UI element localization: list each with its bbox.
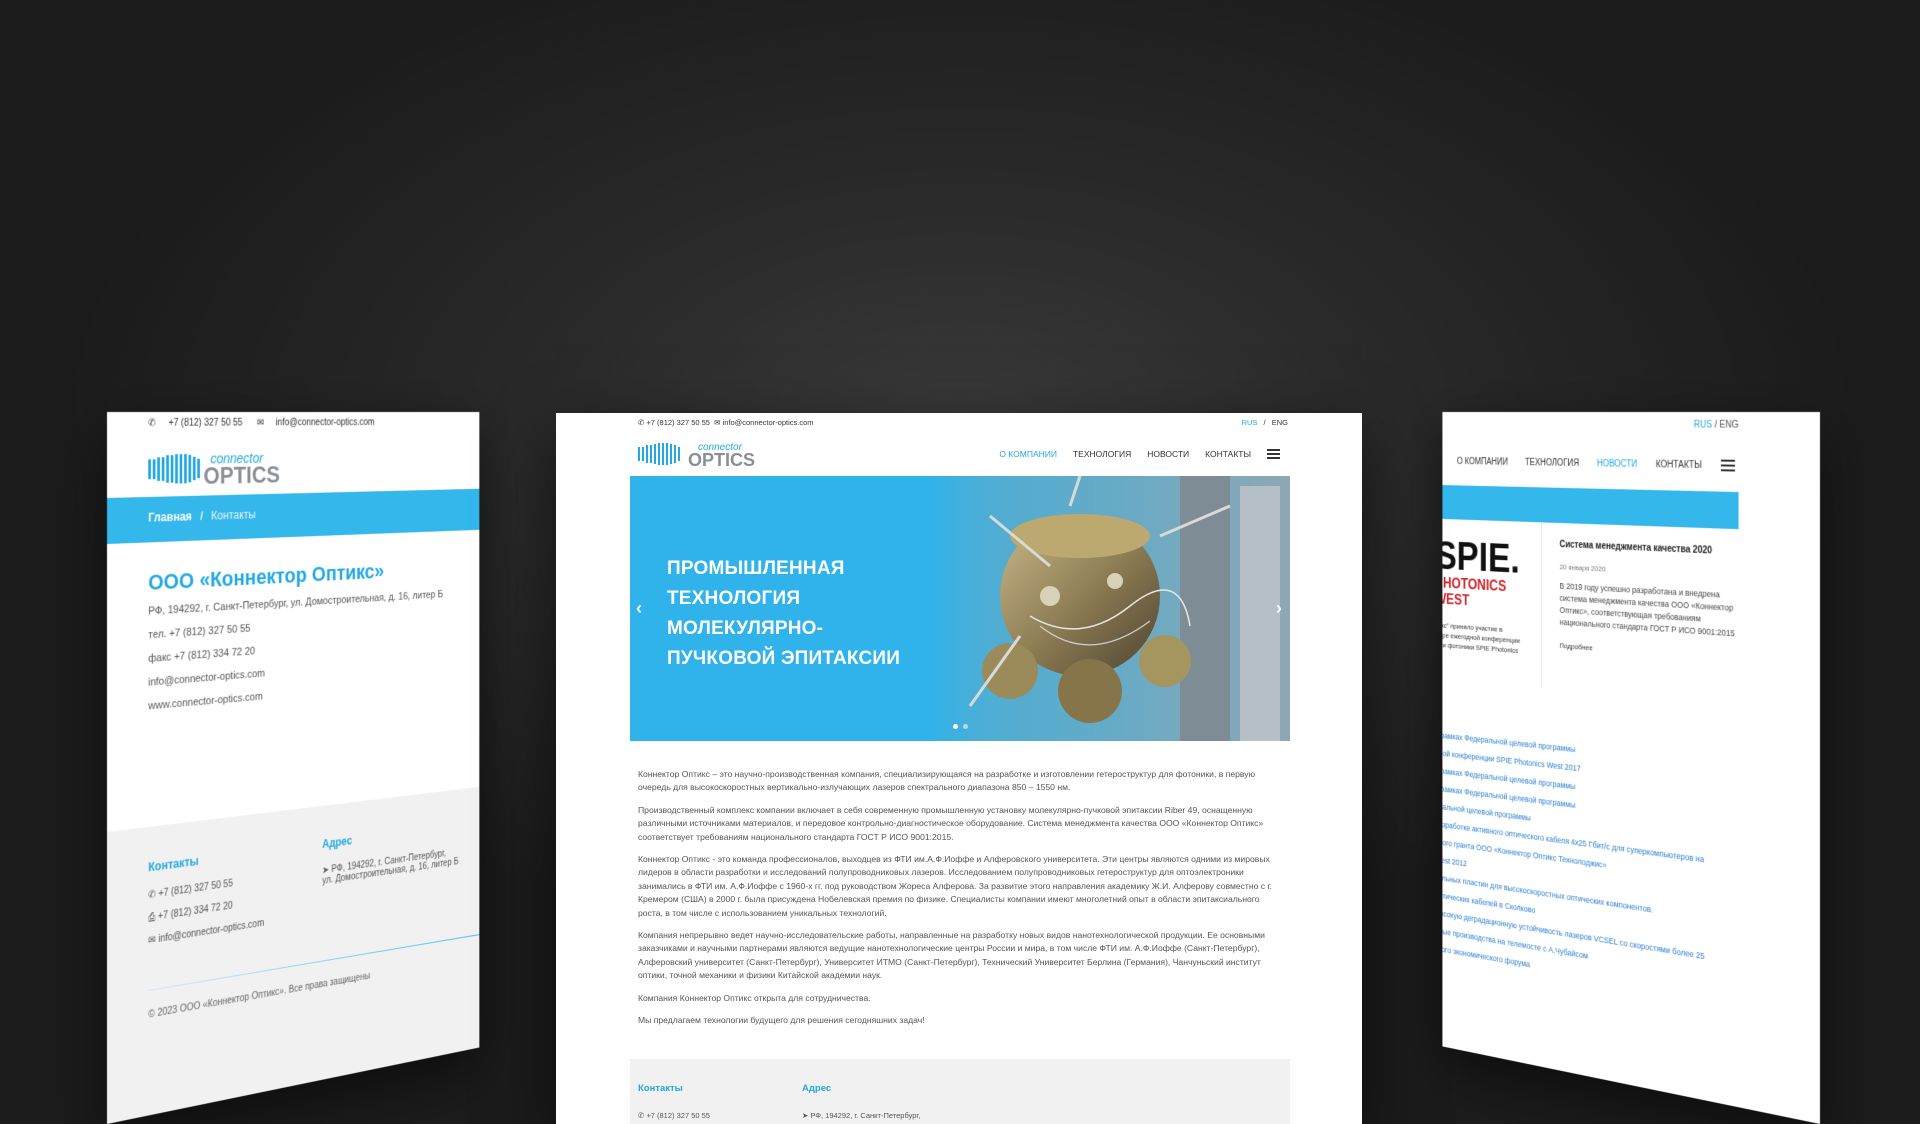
nav-about[interactable]: О КОМПАНИИ	[1457, 456, 1508, 467]
topbar-email[interactable]: info@connector-optics.com	[276, 418, 375, 429]
top-contact-bar: ✆ +7 (812) 327 50 55 ✉ info@connector-op…	[556, 413, 1362, 432]
nav-about[interactable]: О КОМПАНИИ	[999, 449, 1057, 459]
lang-separator: /	[1263, 418, 1266, 427]
slider-prev-arrow-icon[interactable]: ‹	[636, 598, 642, 619]
mail-icon: ✉	[148, 934, 159, 947]
footer-contacts-title: Контакты	[638, 1083, 683, 1094]
hamburger-menu-icon[interactable]	[1267, 447, 1280, 461]
svg-text:OPTICS: OPTICS	[688, 450, 755, 469]
nav-technology[interactable]: ТЕХНОЛОГИЯ	[1073, 449, 1131, 459]
connector-optics-logo-icon: connector OPTICS	[148, 451, 280, 489]
about-paragraph: Мы предлагаем технологии будущего для ре…	[638, 1015, 925, 1026]
fax-icon: ⎙	[148, 911, 158, 924]
site-footer: Контакты ✆ +7 (812) 327 50 55 ⎙ +7 (812)…	[107, 786, 480, 1124]
about-paragraph: Компания непрерывно ведет научно-исследо…	[638, 930, 1265, 981]
footer-address-title: Адрес	[322, 833, 352, 851]
topbar-email[interactable]: info@connector-optics.com	[723, 418, 814, 427]
epitaxy-machine-image	[930, 476, 1290, 741]
site-footer: Контакты Адрес ✆ +7 (812) 327 50 55 ➤ РФ…	[630, 1059, 1290, 1124]
phone-icon: ✆	[638, 418, 645, 427]
language-switcher: RUS / ENG	[1238, 418, 1288, 427]
about-paragraph: Компания Коннектор Оптикс открыта для со…	[638, 992, 871, 1003]
copyright: © 2023 ООО «Коннектор Оптикс». Все права…	[148, 971, 371, 1021]
about-paragraph: Коннектор Оптикс – это научно-производст…	[638, 769, 1256, 793]
breadcrumb-home[interactable]: Главная	[148, 510, 192, 525]
spie-logo: SPIE.	[1442, 533, 1520, 582]
home-page-preview: ✆ +7 (812) 327 50 55 ✉ info@connector-op…	[556, 413, 1362, 1124]
site-logo[interactable]: connector OPTICS	[107, 437, 479, 498]
hero-title: ПРОМЫШЛЕННАЯ ТЕХНОЛОГИЯ МОЛЕКУЛЯРНО- ПУЧ…	[667, 558, 901, 669]
about-text: Коннектор Оптикс – это научно-производст…	[638, 768, 1278, 1037]
phone-icon: ✆	[148, 417, 156, 429]
lang-rus[interactable]: RUS	[1694, 420, 1712, 431]
phone-icon: ✆	[148, 888, 159, 902]
nav-news[interactable]: НОВОСТИ	[1597, 458, 1638, 469]
nav-news[interactable]: НОВОСТИ	[1147, 449, 1189, 459]
featured-news: SPIE. PHOTONICS WEST тикс" приняло участ…	[1442, 519, 1739, 705]
breadcrumb-current: Контакты	[211, 507, 256, 523]
featured-news-caption: тикс" приняло участие в мире ежегодной к…	[1442, 620, 1521, 655]
news-card-body: В 2019 году успешно разработана и внедре…	[1559, 581, 1735, 639]
lang-rus[interactable]: RUS	[1242, 418, 1258, 427]
breadcrumb-separator: /	[200, 509, 204, 523]
news-card-title[interactable]: Система менеджмента качества 2020	[1559, 540, 1738, 558]
footer-address-title: Адрес	[802, 1083, 832, 1094]
news-card-more-link[interactable]: Подробнее	[1559, 641, 1738, 663]
footer-fax: +7 (812) 334 72 20	[157, 900, 233, 923]
top-contact-bar: ✆ +7 (812) 327 50 55 ✉ info@connector-opti…	[107, 412, 479, 440]
news-card-date: 20 января 2020	[1559, 562, 1606, 574]
mail-icon: ✉	[256, 417, 264, 429]
hero-slider: ПРОМЫШЛЕННАЯ ТЕХНОЛОГИЯ МОЛЕКУЛЯРНО- ПУЧ…	[630, 476, 1290, 741]
footer-address: Адрес ➤ РФ, 194292, г. Санкт-Петербург, у…	[322, 817, 479, 930]
nav-contacts[interactable]: КОНТАКТЫ	[1205, 449, 1251, 459]
lang-separator: /	[1714, 419, 1718, 431]
news-page-preview: RUS / ENG О КОМПАНИИ ТЕХНОЛОГИЯ НОВОСТИ …	[1442, 412, 1820, 1124]
showcase-scene: ✆ +7 (812) 327 50 55 ✉ info@connector-opti…	[0, 0, 1920, 1124]
company-details: ООО «Коннектор Оптикс» РФ, 194292, г. Са…	[107, 530, 479, 804]
about-paragraph: Производственный комплекс компании включ…	[638, 804, 1264, 842]
site-header: connector OPTICS О КОМПАНИИ ТЕХНОЛОГИЯ Н…	[556, 432, 1362, 476]
slider-next-arrow-icon[interactable]: ›	[1276, 598, 1282, 619]
featured-news-image[interactable]: SPIE. PHOTONICS WEST тикс" приняло участ…	[1442, 519, 1541, 688]
footer-phone[interactable]: +7 (812) 327 50 55	[158, 878, 233, 899]
main-nav: О КОМПАНИИ ТЕХНОЛОГИЯ НОВОСТИ КОНТАКТЫ	[999, 447, 1280, 461]
nav-contacts[interactable]: КОНТАКТЫ	[1656, 459, 1702, 470]
lang-eng[interactable]: ENG	[1719, 420, 1738, 431]
language-switcher: RUS / ENG	[1442, 412, 1820, 440]
contacts-page-preview: ✆ +7 (812) 327 50 55 ✉ info@connector-opti…	[107, 412, 480, 1124]
footer-contacts: Контакты ✆ +7 (812) 327 50 55 ⎙ +7 (812)…	[148, 838, 322, 959]
svg-text:OPTICS: OPTICS	[203, 462, 279, 489]
news-list: в рамках Федеральной целевой программы д…	[1442, 679, 1738, 1005]
topbar-phone[interactable]: +7 (812) 327 50 55	[168, 418, 242, 429]
news-card: Система менеджмента качества 2020 20 янв…	[1541, 522, 1739, 705]
connector-optics-logo-icon[interactable]: connector OPTICS	[638, 439, 788, 469]
mail-icon: ✉	[714, 418, 721, 427]
nav-technology[interactable]: ТЕХНОЛОГИЯ	[1525, 457, 1579, 468]
hamburger-menu-icon[interactable]	[1720, 457, 1735, 475]
about-paragraph: Коннектор Оптикс - это команда профессио…	[638, 854, 1272, 918]
lang-eng[interactable]: ENG	[1272, 418, 1288, 427]
slider-dot[interactable]	[963, 724, 968, 729]
slider-dot-active[interactable]	[953, 724, 958, 729]
topbar-phone[interactable]: +7 (812) 327 50 55	[646, 418, 710, 427]
footer-email[interactable]: info@connector-optics.com	[158, 918, 264, 945]
footer-address: ➤ РФ, 194292, г. Санкт-Петербург,	[802, 1111, 921, 1120]
footer-phone[interactable]: ✆ +7 (812) 327 50 55	[638, 1111, 710, 1120]
